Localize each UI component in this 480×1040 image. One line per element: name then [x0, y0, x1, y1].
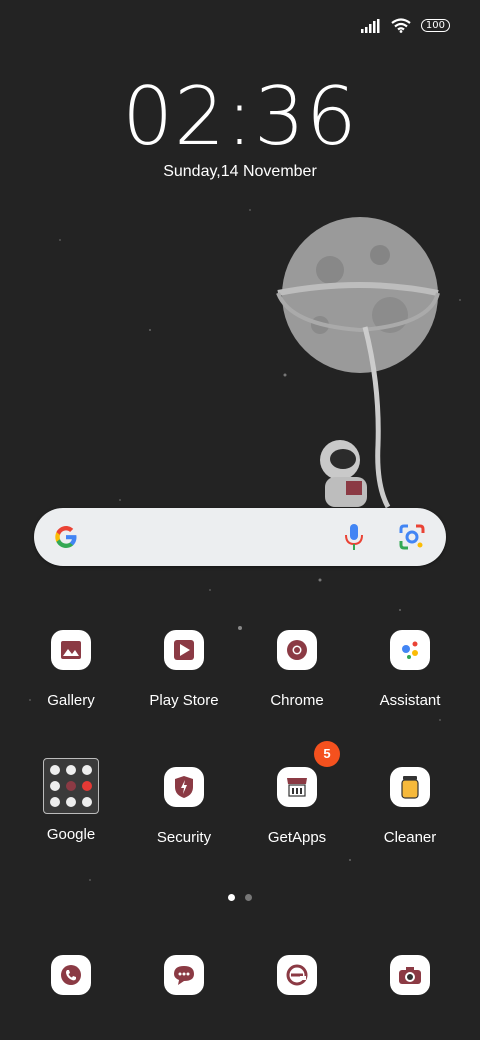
store-icon [277, 767, 317, 807]
app-chrome[interactable]: Chrome [242, 630, 352, 709]
app-gallery[interactable]: Gallery [16, 630, 126, 709]
app-label: Assistant [379, 692, 441, 709]
chrome-icon [277, 630, 317, 670]
app-label: Cleaner [383, 829, 437, 846]
app-getapps[interactable]: GetApps [242, 767, 352, 846]
google-lens-icon[interactable] [398, 523, 426, 551]
notification-badge: 5 [314, 741, 340, 767]
wifi-icon [391, 18, 411, 33]
signal-icon [360, 18, 380, 33]
gallery-icon [51, 630, 91, 670]
app-folder-google[interactable]: Google [16, 758, 126, 843]
app-label: Chrome [270, 692, 324, 709]
google-logo-icon [55, 526, 77, 548]
assistant-icon [390, 630, 430, 670]
dock-phone[interactable] [16, 955, 126, 995]
folder-icon [43, 758, 99, 814]
page-dot-active[interactable] [228, 894, 235, 901]
dock-browser[interactable] [242, 955, 352, 995]
mic-icon[interactable] [344, 522, 364, 552]
dock-messages[interactable] [129, 955, 239, 995]
clock-date[interactable]: Sunday,14 November [0, 163, 480, 181]
moon-astronaut-wallpaper [276, 217, 440, 509]
app-label: Google [46, 826, 96, 843]
app-label: Security [156, 829, 212, 846]
cleaner-icon [390, 767, 430, 807]
app-cleaner[interactable]: Cleaner [355, 767, 465, 846]
app-label: GetApps [267, 829, 327, 846]
messages-icon [164, 955, 204, 995]
battery-indicator: 100 [420, 19, 450, 32]
app-label: Gallery [47, 692, 95, 709]
app-security[interactable]: Security [129, 767, 239, 846]
dock-camera[interactable] [355, 955, 465, 995]
camera-icon [390, 955, 430, 995]
app-label: Play Store [149, 692, 219, 709]
play-store-icon [164, 630, 204, 670]
app-play-store[interactable]: Play Store [129, 630, 239, 709]
browser-icon [277, 955, 317, 995]
app-assistant[interactable]: Assistant [355, 630, 465, 709]
shield-icon [164, 767, 204, 807]
clock-time[interactable]: 02:36 [0, 70, 480, 163]
status-bar: 100 [360, 18, 450, 33]
google-search-bar[interactable] [34, 508, 446, 566]
phone-icon [51, 955, 91, 995]
page-indicator[interactable] [228, 894, 252, 901]
page-dot[interactable] [245, 894, 252, 901]
